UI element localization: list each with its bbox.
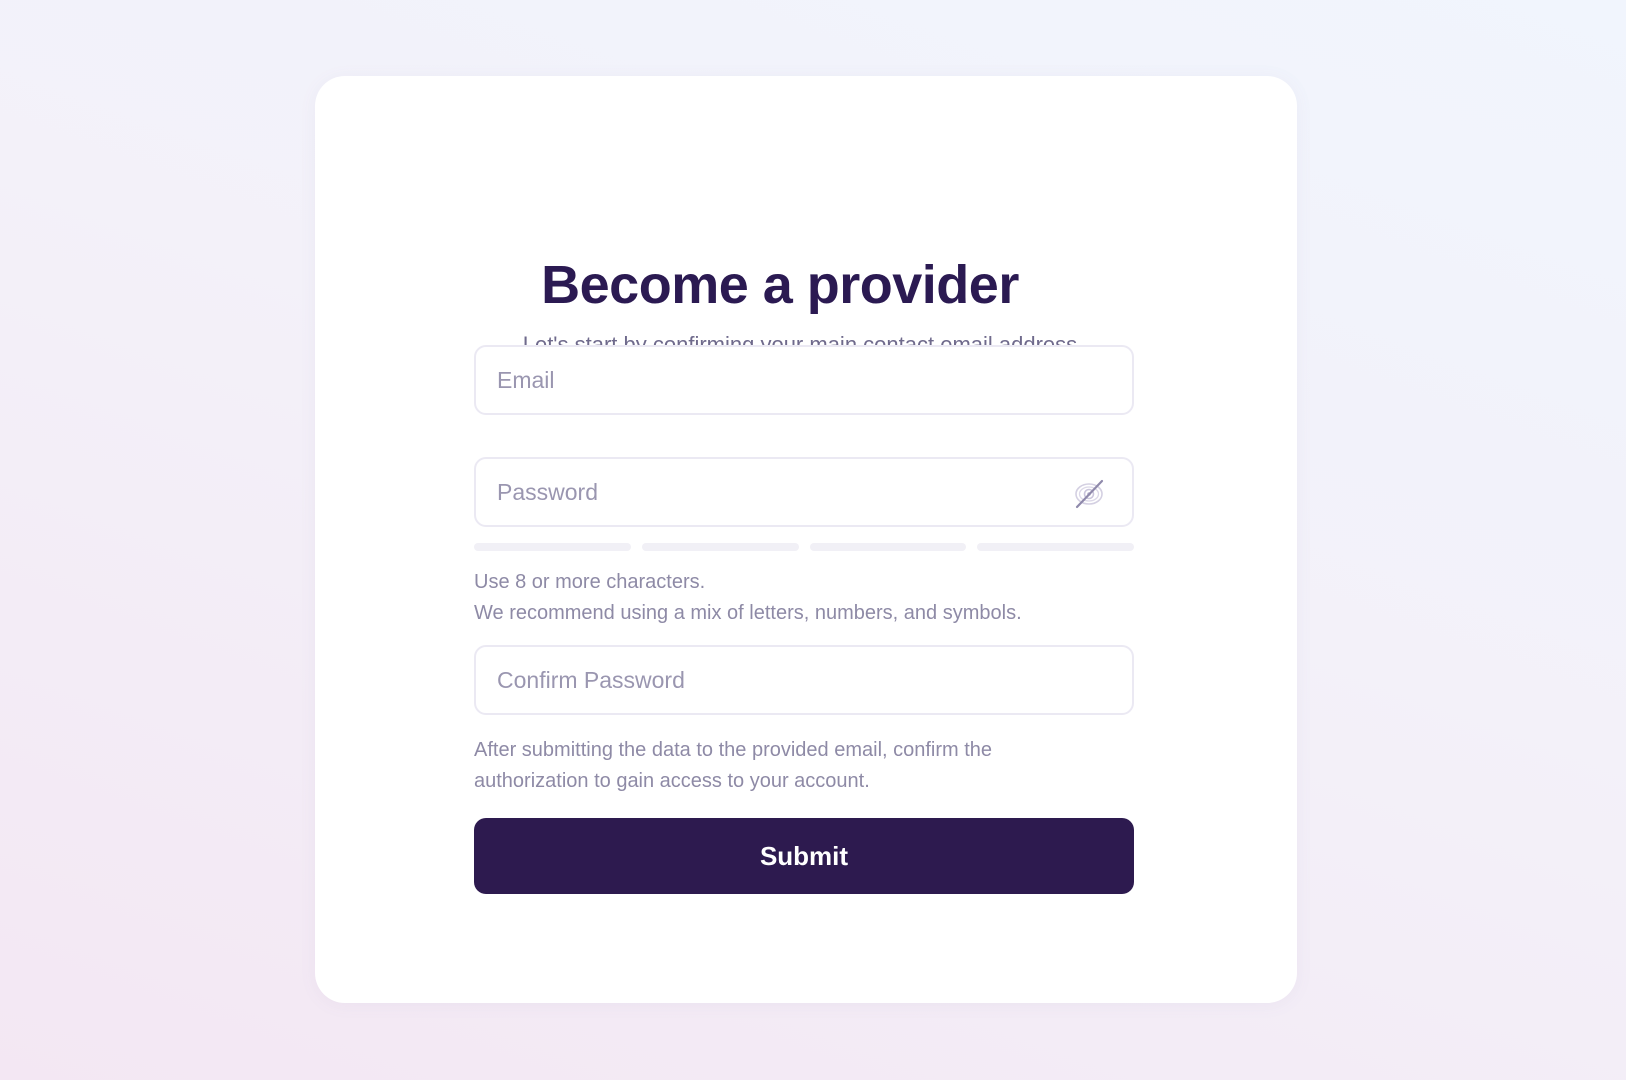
password-field-wrapper bbox=[474, 457, 1134, 527]
eye-off-icon[interactable] bbox=[1072, 477, 1106, 511]
strength-segment bbox=[474, 543, 631, 551]
strength-segment bbox=[641, 543, 799, 551]
email-field[interactable] bbox=[476, 347, 1132, 413]
strength-segment bbox=[977, 543, 1134, 551]
confirm-password-field[interactable] bbox=[476, 647, 1132, 713]
password-strength-meter bbox=[474, 543, 1134, 551]
strength-segment bbox=[809, 543, 967, 551]
password-hint: Use 8 or more characters. We recommend us… bbox=[474, 567, 1134, 629]
after-submit-hint: After submitting the data to the provide… bbox=[474, 739, 993, 792]
email-field-wrapper bbox=[474, 345, 1134, 415]
password-field[interactable] bbox=[476, 459, 1132, 525]
password-hint-line1: Use 8 or more characters. bbox=[474, 571, 706, 593]
confirm-password-field-wrapper bbox=[474, 645, 1134, 715]
password-hint-line2: We recommend using a mix of letters, num… bbox=[474, 602, 1022, 624]
page-title: Become a provider bbox=[541, 255, 1019, 315]
signup-card: Become a provider Let's start by confirm… bbox=[315, 76, 1297, 1003]
submit-button[interactable]: Submit bbox=[474, 818, 1134, 894]
